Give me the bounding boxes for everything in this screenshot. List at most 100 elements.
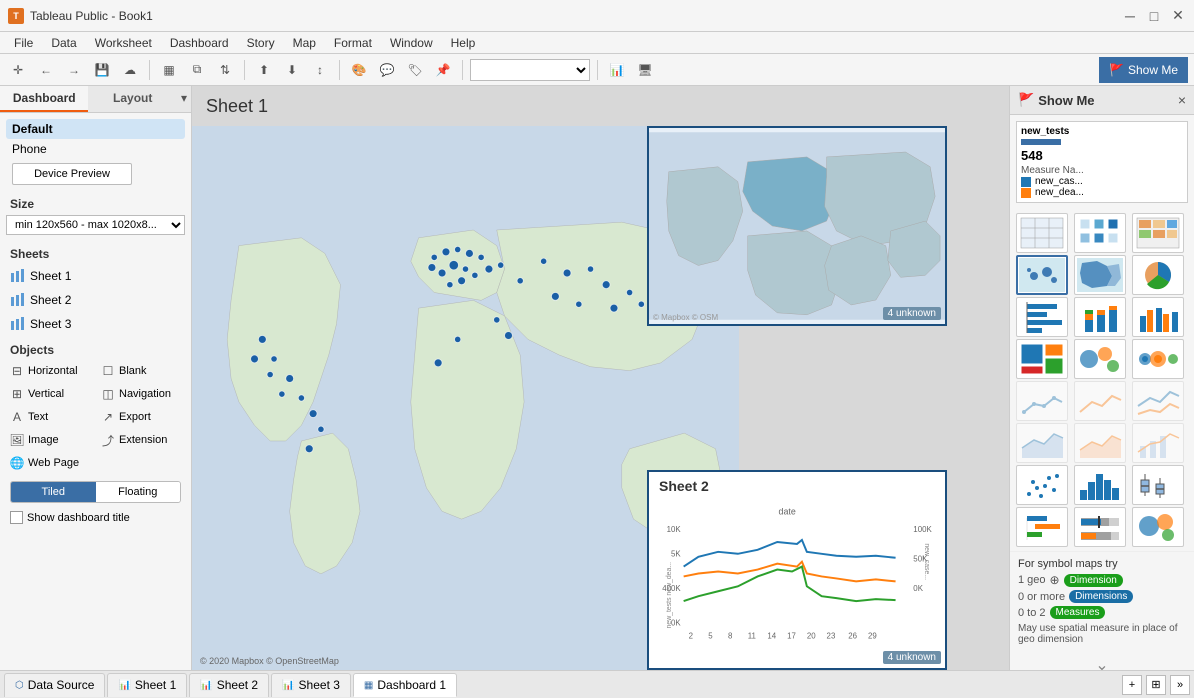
chart-type-box-whisker[interactable]	[1132, 465, 1184, 505]
chart-type-side-by-side-circles[interactable]	[1132, 339, 1184, 379]
menu-window[interactable]: Window	[382, 34, 441, 52]
sheet2-tab-icon: 📊	[200, 680, 212, 691]
sheet1-tab[interactable]: 📊 Sheet 1	[107, 673, 187, 697]
toolbar-color[interactable]: 🎨	[347, 58, 371, 82]
sheet2-box[interactable]: Sheet 2 date 10K 5K 400K 0K 100K 50K 0K	[647, 470, 947, 670]
toolbar-sort-asc[interactable]: ⬆	[252, 58, 276, 82]
object-navigation[interactable]: ◫ Navigation	[97, 384, 185, 404]
tab-dashboard[interactable]: Dashboard	[0, 86, 88, 112]
menu-worksheet[interactable]: Worksheet	[87, 34, 160, 52]
toolbar-save-local[interactable]: 💾	[90, 58, 114, 82]
chart-type-bullet-graph[interactable]	[1074, 507, 1126, 547]
sheet3-box[interactable]: Sheet 3 © Mapbox © OSM 4 unknown	[647, 126, 947, 326]
chart-type-horizontal-bars[interactable]	[1016, 297, 1068, 337]
export-icon: ↗	[101, 410, 115, 424]
svg-text:5K: 5K	[671, 550, 681, 559]
sort-sheets-button[interactable]: ⊞	[1146, 675, 1166, 695]
toolbar-tooltip[interactable]: 💬	[375, 58, 399, 82]
toolbar-chart[interactable]: 📊	[605, 58, 629, 82]
chart-area: date 10K 5K 400K 0K 100K 50K 0K 2 5 8 11…	[659, 500, 935, 648]
chart-type-packed-bubbles[interactable]	[1132, 507, 1184, 547]
tiled-button[interactable]: Tiled	[11, 482, 96, 502]
toolbar-sort-highlight[interactable]: ↕	[308, 58, 332, 82]
toolbar-swap[interactable]: ⇅	[213, 58, 237, 82]
show-title-checkbox[interactable]	[10, 511, 23, 524]
toolbar-screen[interactable]: 🖥	[633, 58, 657, 82]
chart-type-side-by-side-bars[interactable]	[1132, 297, 1184, 337]
sheet-item-2[interactable]: Sheet 2	[6, 289, 185, 311]
toolbar-crosshair[interactable]: ✛	[6, 58, 30, 82]
object-blank[interactable]: ☐ Blank	[97, 361, 185, 381]
object-extension[interactable]: ⤴ Extension	[97, 430, 185, 450]
object-horizontal[interactable]: ⊟ Horizontal	[6, 361, 94, 381]
floating-button[interactable]: Floating	[96, 482, 181, 502]
chart-type-stacked-bars[interactable]	[1074, 297, 1126, 337]
toolbar-view-type[interactable]: ▦	[157, 58, 181, 82]
chart-type-circle-views[interactable]	[1074, 339, 1126, 379]
minimize-button[interactable]: ─	[1122, 8, 1138, 24]
toolbar-publish[interactable]: ☁	[118, 58, 142, 82]
scroll-sheets-button[interactable]: »	[1170, 675, 1190, 695]
menu-data[interactable]: Data	[43, 34, 84, 52]
object-vertical[interactable]: ⊞ Vertical	[6, 384, 94, 404]
sheet2-tab[interactable]: 📊 Sheet 2	[189, 673, 269, 697]
chart-type-scatter-plot[interactable]	[1016, 465, 1068, 505]
chart-type-treemap[interactable]	[1016, 339, 1068, 379]
sheet-item-3[interactable]: Sheet 3	[6, 313, 185, 335]
device-default[interactable]: Default	[6, 119, 185, 139]
toolbar-marks-dropdown[interactable]	[470, 59, 590, 81]
menu-help[interactable]: Help	[443, 34, 484, 52]
device-phone[interactable]: Phone	[6, 139, 185, 159]
close-button[interactable]: ✕	[1170, 8, 1186, 24]
object-text-label: Text	[28, 411, 48, 423]
dashboard1-tab[interactable]: ▦ Dashboard 1	[353, 673, 457, 697]
data-source-tab[interactable]: ⬡ Data Source	[4, 673, 105, 697]
toolbar-duplicate[interactable]: ⧉	[185, 58, 209, 82]
chart-type-pie-chart[interactable]	[1132, 255, 1184, 295]
legend-dot-blue	[1021, 177, 1031, 187]
menu-map[interactable]: Map	[285, 34, 324, 52]
scroll-down-indicator[interactable]: ⌄	[1010, 651, 1194, 670]
menu-dashboard[interactable]: Dashboard	[162, 34, 237, 52]
svg-text:23: 23	[827, 632, 836, 641]
toolbar-pin[interactable]: 📌	[431, 58, 455, 82]
toolbar-forward[interactable]: →	[62, 58, 86, 82]
add-sheet-button[interactable]: +	[1122, 675, 1142, 695]
chart-type-filled-map[interactable]	[1074, 255, 1126, 295]
object-export[interactable]: ↗ Export	[97, 407, 185, 427]
chart-type-gantt-chart[interactable]	[1016, 507, 1068, 547]
legend-label-2: new_dea...	[1035, 187, 1084, 198]
tooltip-field-row: new_tests	[1021, 126, 1183, 137]
menu-story[interactable]: Story	[239, 34, 283, 52]
title-bar: T Tableau Public - Book1 ─ □ ✕	[0, 0, 1194, 32]
menu-file[interactable]: File	[6, 34, 41, 52]
toolbar-back[interactable]: ←	[34, 58, 58, 82]
object-blank-label: Blank	[119, 365, 147, 377]
panel-tab-arrow[interactable]: ▾	[177, 86, 191, 112]
chart-type-grid	[1010, 209, 1194, 551]
chart-type-heat-map[interactable]	[1074, 213, 1126, 253]
chart-type-highlight-table[interactable]	[1132, 213, 1184, 253]
maximize-button[interactable]: □	[1146, 8, 1162, 24]
size-dropdown[interactable]: min 120x560 - max 1020x8...	[6, 215, 185, 235]
svg-text:11: 11	[748, 632, 756, 641]
toolbar-sort-desc[interactable]: ⬇	[280, 58, 304, 82]
object-text[interactable]: A Text	[6, 407, 94, 427]
show-me-button[interactable]: 🚩 Show Me	[1099, 57, 1188, 83]
image-icon: 🖼	[10, 433, 24, 447]
tab-layout[interactable]: Layout	[88, 86, 176, 112]
sheet-item-1[interactable]: Sheet 1	[6, 265, 185, 287]
chart-type-symbol-map[interactable]	[1016, 255, 1068, 295]
object-image[interactable]: 🖼 Image	[6, 430, 94, 450]
menu-format[interactable]: Format	[326, 34, 380, 52]
show-me-close-button[interactable]: ×	[1178, 92, 1186, 108]
toolbar-label[interactable]: 🏷	[403, 58, 427, 82]
chart-type-text-table[interactable]	[1016, 213, 1068, 253]
device-preview-button[interactable]: Device Preview	[12, 163, 132, 185]
show-title-row[interactable]: Show dashboard title	[6, 507, 185, 528]
object-webpage[interactable]: 🌐 Web Page	[6, 453, 94, 473]
chart-type-histogram[interactable]	[1074, 465, 1126, 505]
datasource-icon: ⬡	[15, 680, 24, 691]
sheet3-tab[interactable]: 📊 Sheet 3	[271, 673, 351, 697]
blank-icon: ☐	[101, 364, 115, 378]
